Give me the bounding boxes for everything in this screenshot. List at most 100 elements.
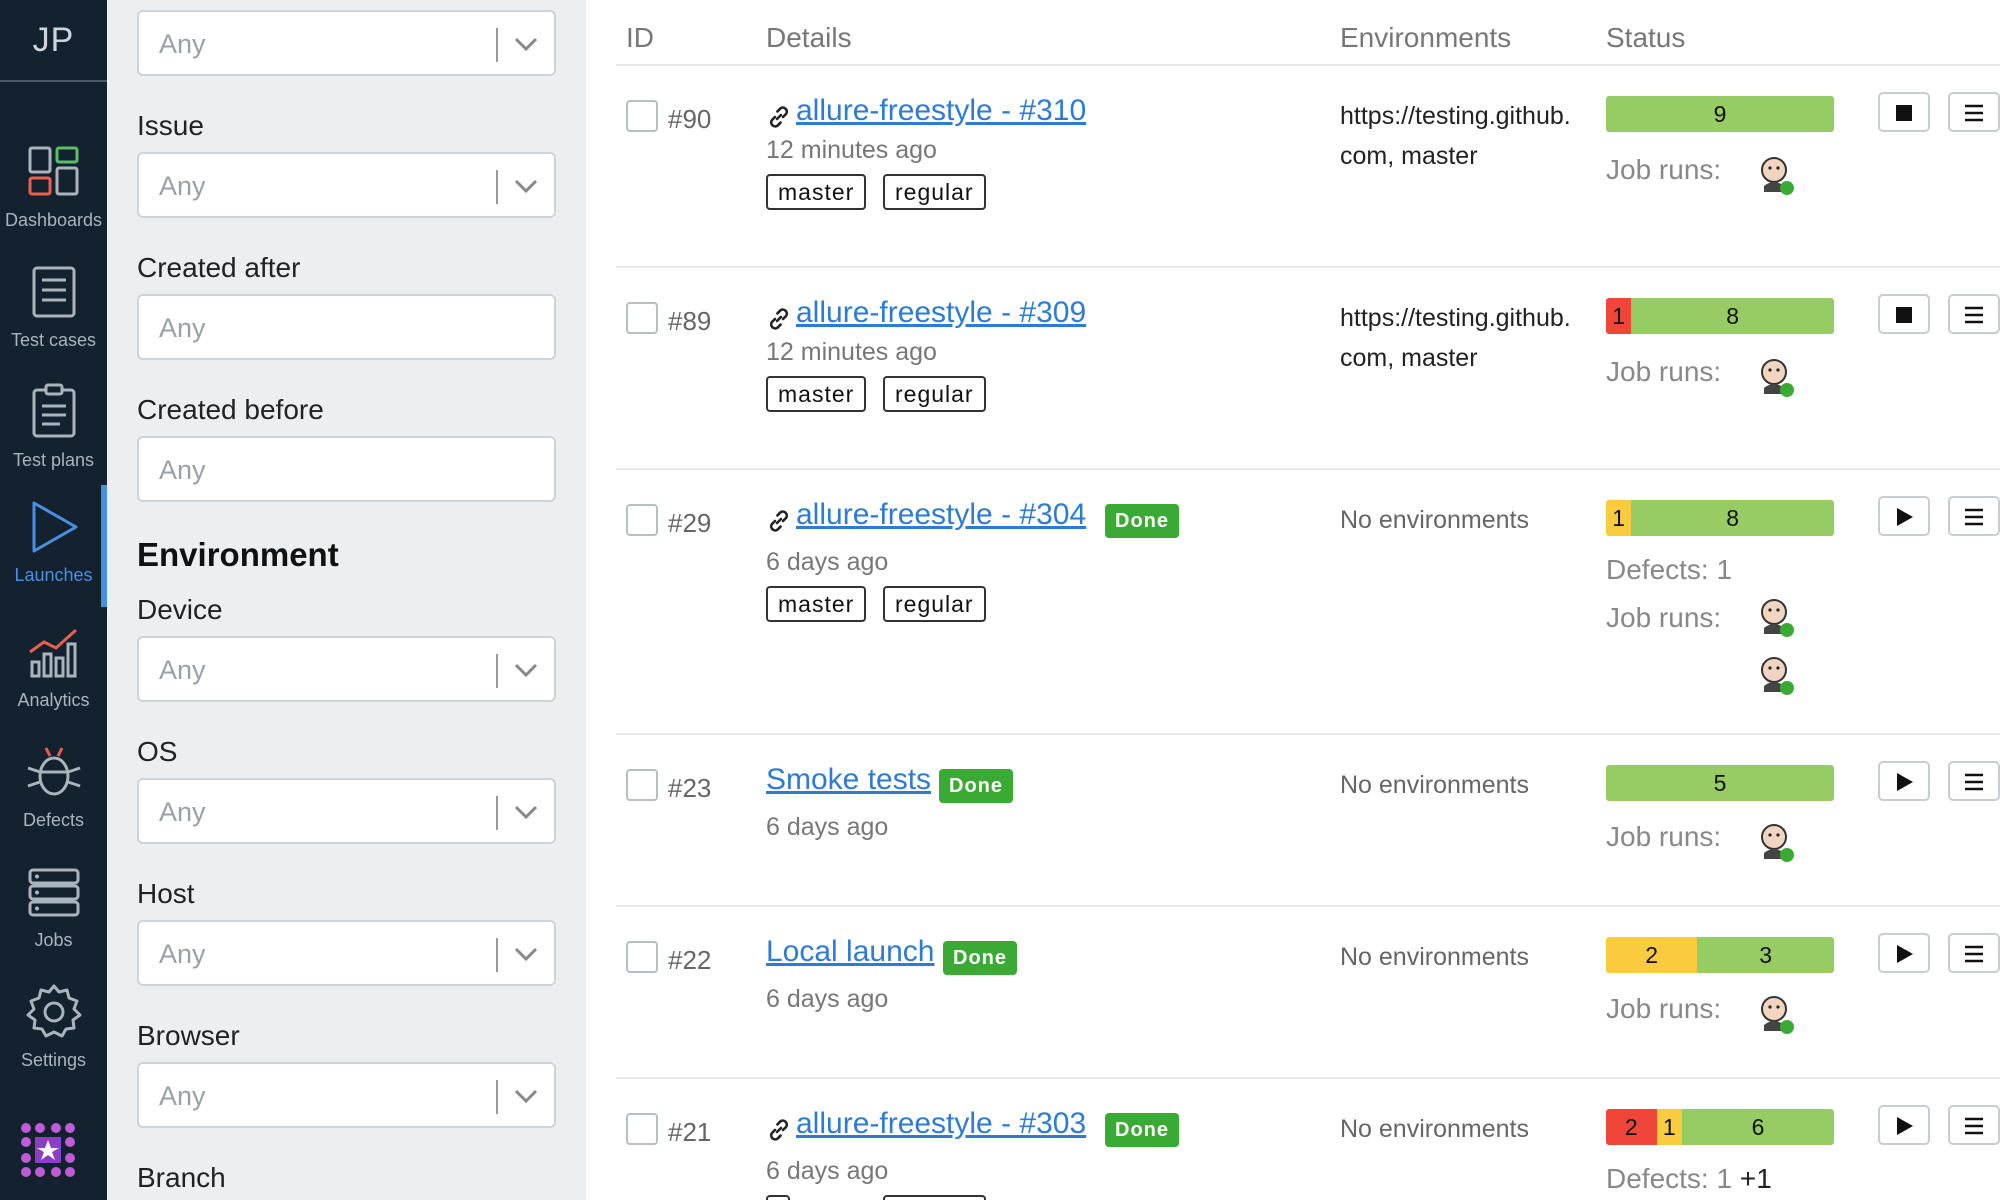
status-bar[interactable]: 9 <box>1606 96 1834 132</box>
done-badge: Done <box>943 941 1017 975</box>
launch-time-ago: 12 minutes ago <box>766 136 937 164</box>
run-button[interactable] <box>1878 761 1930 801</box>
launch-title-link[interactable]: allure-freestyle - #310 <box>796 94 1086 128</box>
nav-item-launches[interactable]: Launches <box>0 485 107 607</box>
nav-item-defects[interactable]: Defects <box>0 730 107 840</box>
play-icon <box>1897 508 1913 526</box>
run-button[interactable] <box>1878 933 1930 973</box>
status-bar[interactable]: 18 <box>1606 500 1834 536</box>
status-bar[interactable]: 216 <box>1606 1109 1834 1145</box>
launch-tag[interactable]: regular <box>883 174 986 210</box>
browser-label: Browser <box>137 1020 240 1051</box>
issue-select[interactable]: Any <box>137 152 556 218</box>
launch-tag[interactable]: master <box>766 376 867 412</box>
nav-item-test-cases[interactable]: Test cases <box>0 250 107 360</box>
jenkins-avatar-icon[interactable] <box>1756 152 1796 196</box>
status-bar[interactable]: 23 <box>1606 937 1834 973</box>
row-checkbox[interactable] <box>626 1113 658 1145</box>
menu-icon <box>1965 508 1983 526</box>
launch-title-link[interactable]: allure-freestyle - #303 <box>796 1107 1086 1141</box>
defects-count[interactable]: Defects: 1 <box>1606 554 1732 586</box>
launch-id: #89 <box>668 306 712 336</box>
nav-label: Test plans <box>12 450 95 470</box>
row-checkbox[interactable] <box>626 504 658 536</box>
row-checkbox[interactable] <box>626 941 658 973</box>
created-after-input[interactable]: Any <box>137 294 556 360</box>
select-value: Any <box>159 939 206 969</box>
nav-label: Launches <box>14 565 93 585</box>
nav-item-test-plans[interactable]: Test plans <box>0 370 107 480</box>
done-badge: Done <box>939 769 1013 803</box>
nav-label: Defects <box>22 810 85 830</box>
run-button[interactable] <box>1878 496 1930 536</box>
host-select[interactable]: Any <box>137 920 556 986</box>
device-select[interactable]: Any <box>137 636 556 702</box>
jenkins-avatar-icon[interactable] <box>1756 594 1796 638</box>
nav-item-settings[interactable]: Settings <box>0 970 107 1080</box>
input-placeholder: Any <box>159 313 206 343</box>
jenkins-avatar-icon[interactable] <box>1756 652 1796 696</box>
jenkins-avatar-icon[interactable] <box>1756 354 1796 398</box>
stop-button[interactable] <box>1878 92 1930 132</box>
nav-item-analytics[interactable]: Analytics <box>0 610 107 720</box>
chevron-down-icon <box>514 179 538 194</box>
jenkins-avatar-icon[interactable] <box>1756 819 1796 863</box>
menu-button[interactable] <box>1948 933 2000 973</box>
row-checkbox[interactable] <box>626 100 658 132</box>
launch-title-link[interactable]: Smoke tests <box>766 763 931 797</box>
launch-id: #22 <box>668 945 712 975</box>
main-navigation: JP Dashboards Test cases Test plans Laun… <box>0 0 107 1200</box>
created-before-input[interactable]: Any <box>137 436 556 502</box>
jenkins-avatar-icon[interactable] <box>1756 991 1796 1035</box>
link-icon <box>769 308 789 330</box>
input-placeholder: Any <box>159 455 206 485</box>
launch-id: #23 <box>668 773 712 803</box>
launch-tag[interactable]: master <box>766 586 867 622</box>
status-segment-red: 1 <box>1606 298 1632 334</box>
menu-button[interactable] <box>1948 496 2000 536</box>
launch-tag[interactable]: master <box>766 174 867 210</box>
menu-button[interactable] <box>1948 92 2000 132</box>
app-logo-icon[interactable] <box>18 1120 78 1180</box>
launch-time-ago: 12 minutes ago <box>766 338 937 366</box>
menu-button[interactable] <box>1948 761 2000 801</box>
status-bar[interactable]: 18 <box>1606 298 1834 334</box>
launch-title-link[interactable]: Local launch <box>766 935 934 969</box>
status-segment-green: 3 <box>1697 937 1834 973</box>
launch-title-link[interactable]: allure-freestyle - #309 <box>796 296 1086 330</box>
launch-tag[interactable]: regular <box>883 586 986 622</box>
column-header-status[interactable]: Status <box>1606 22 1685 54</box>
nav-item-jobs[interactable]: Jobs <box>0 850 107 960</box>
status-bar[interactable]: 5 <box>1606 765 1834 801</box>
menu-icon <box>1965 773 1983 791</box>
stop-button[interactable] <box>1878 294 1930 334</box>
launch-tag[interactable]: regular <box>883 376 986 412</box>
run-button[interactable] <box>1878 1105 1930 1145</box>
created-before-label: Created before <box>137 394 324 425</box>
menu-button[interactable] <box>1948 294 2000 334</box>
nav-label: Test cases <box>10 330 97 350</box>
host-label: Host <box>137 878 195 909</box>
nav-item-dashboards[interactable]: Dashboards <box>0 130 107 240</box>
launch-tag[interactable] <box>766 1195 790 1200</box>
launch-title-link[interactable]: allure-freestyle - #304 <box>796 498 1086 532</box>
launch-time-ago: 6 days ago <box>766 1157 889 1185</box>
select-divider <box>496 654 498 688</box>
row-checkbox[interactable] <box>626 302 658 334</box>
defects-count[interactable]: Defects: 1 +1 <box>1606 1163 1772 1195</box>
browser-select[interactable]: Any <box>137 1062 556 1128</box>
column-header-details[interactable]: Details <box>766 22 852 54</box>
status-segment-yellow: 2 <box>1606 937 1698 973</box>
job-runs-label: Job runs: <box>1606 821 1722 852</box>
filter-top-select[interactable]: Any <box>137 10 556 76</box>
column-header-id[interactable]: ID <box>626 22 654 54</box>
user-avatar-initials[interactable]: JP <box>0 0 107 82</box>
row-checkbox[interactable] <box>626 769 658 801</box>
test-plans-icon <box>32 383 75 438</box>
column-header-environments[interactable]: Environments <box>1340 22 1511 54</box>
menu-button[interactable] <box>1948 1105 2000 1145</box>
status-segment-green: 9 <box>1606 96 1834 132</box>
os-label: OS <box>137 736 178 767</box>
launch-tag[interactable] <box>883 1195 986 1200</box>
os-select[interactable]: Any <box>137 778 556 844</box>
